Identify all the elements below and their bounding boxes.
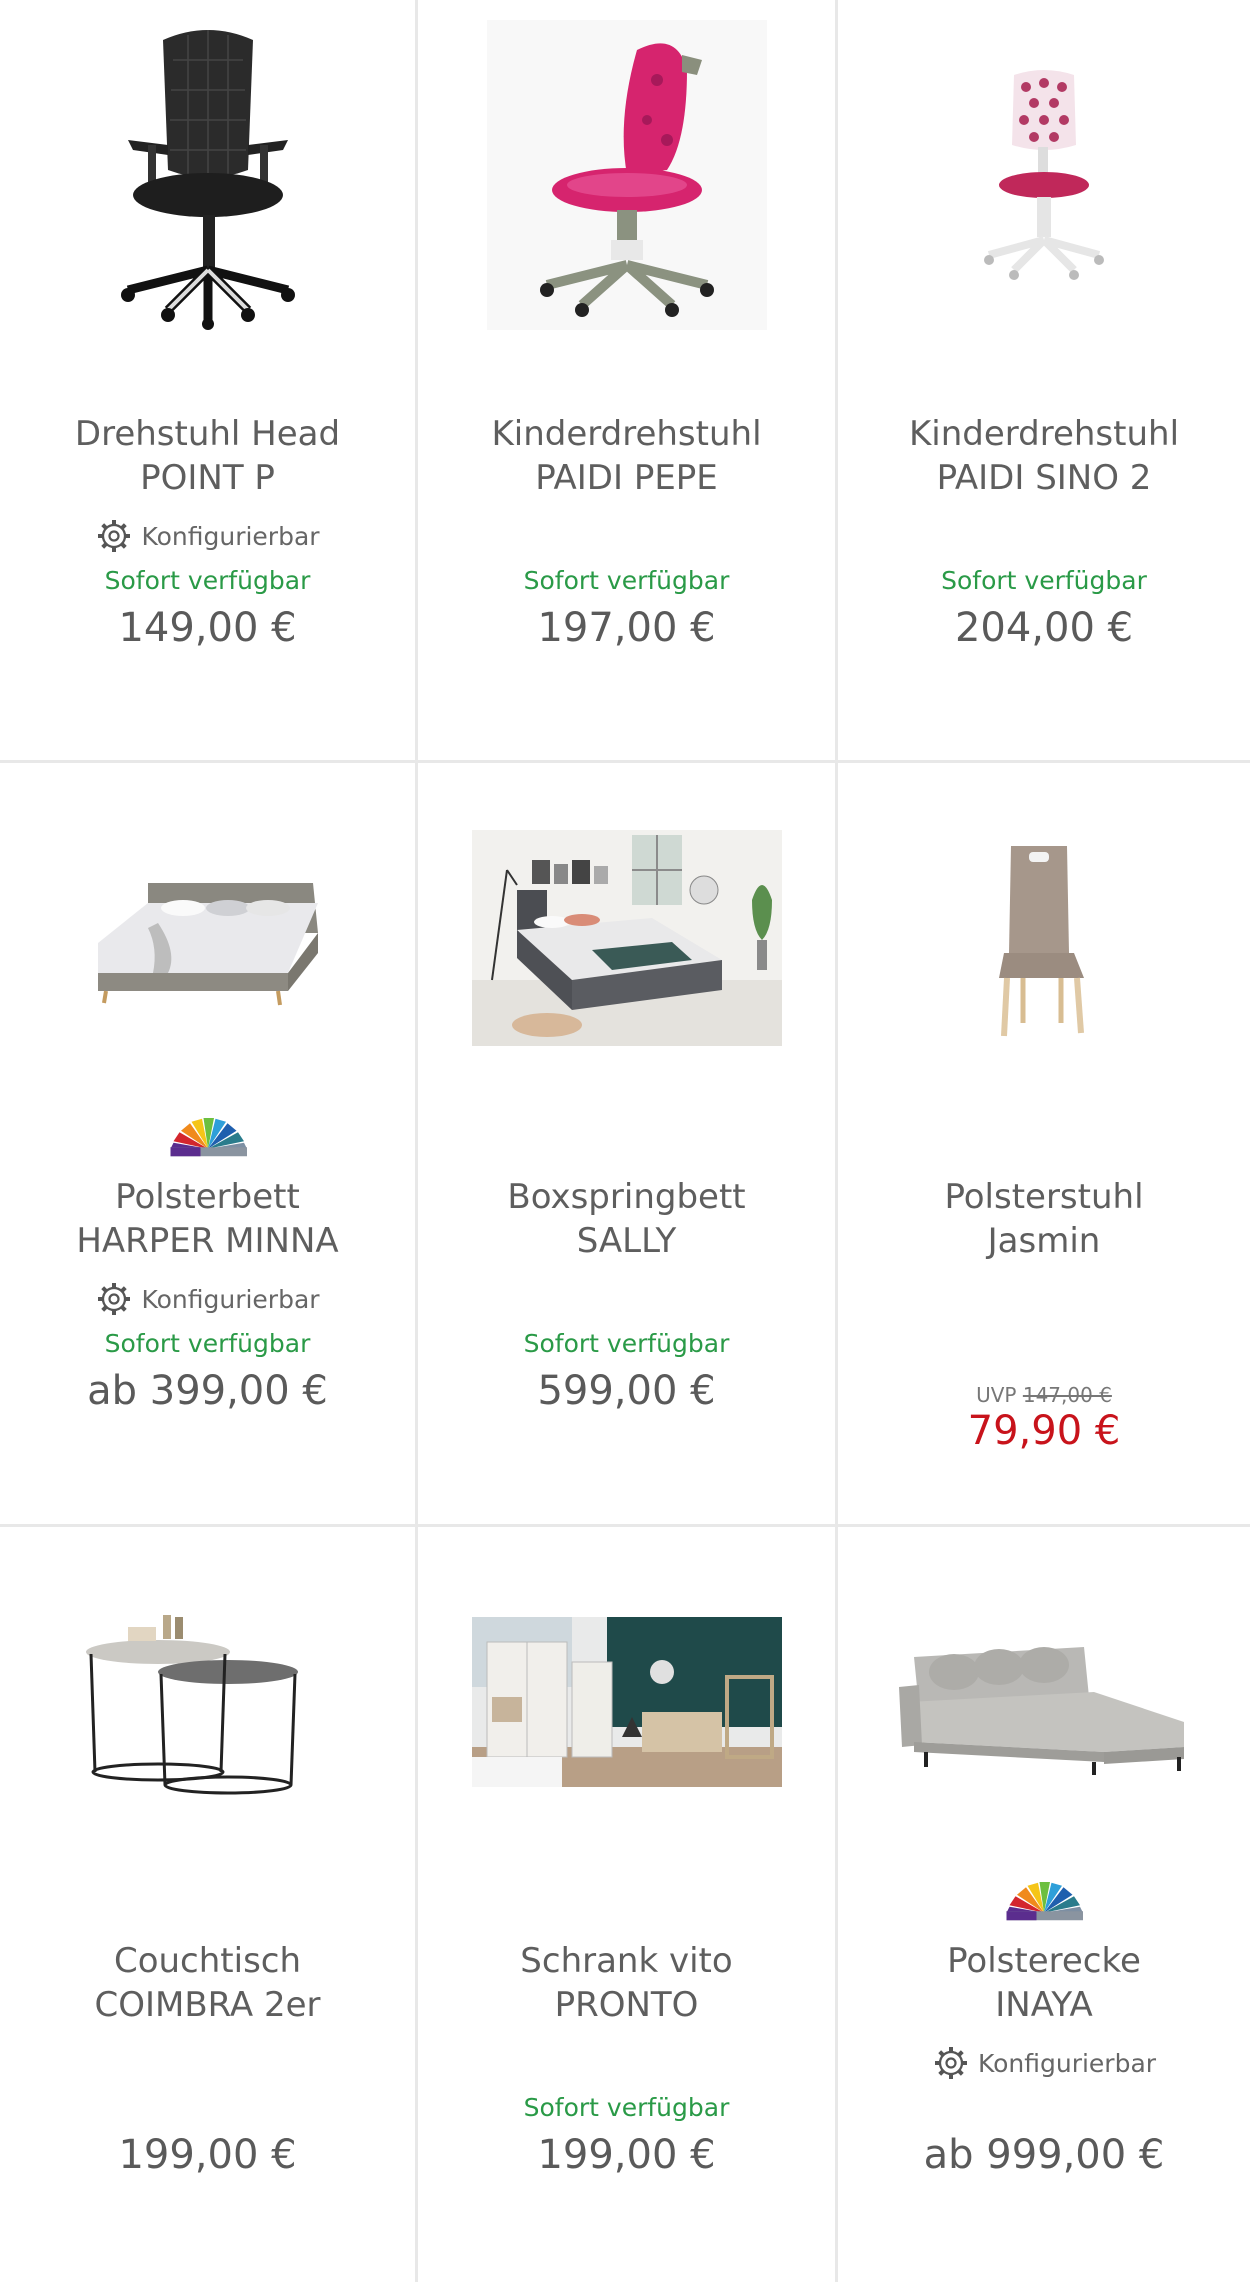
boxspring-bed-room-image <box>471 830 782 1046</box>
product-card[interactable]: Polsterecke INAYA Konfigurierbar ab 999,… <box>838 1527 1250 2282</box>
availability-text: Sofort verfügbar <box>941 566 1147 595</box>
gear-icon <box>96 1281 133 1317</box>
product-title[interactable]: Polsterecke INAYA <box>848 1939 1240 2027</box>
availability-text: Sofort verfügbar <box>523 1329 730 1358</box>
product-image[interactable] <box>0 10 415 340</box>
product-card[interactable]: Polsterstuhl Jasmin UVP 147,00 € 79,90 € <box>838 763 1250 1527</box>
product-title[interactable]: Schrank vito PRONTO <box>428 1939 825 2027</box>
product-title[interactable]: Boxspringbett SALLY <box>428 1175 825 1263</box>
product-title[interactable]: Polsterstuhl Jasmin <box>848 1175 1240 1263</box>
configurable-badge: Konfigurierbar <box>0 516 415 556</box>
product-price: ab 999,00 € <box>923 2132 1165 2178</box>
product-image[interactable] <box>0 773 415 1103</box>
configurable-badge: Konfigurierbar <box>0 1279 415 1319</box>
coffee-tables-image <box>85 1615 298 1795</box>
color-swatch[interactable] <box>838 1872 1250 1928</box>
kids-chair-dotted-image <box>984 70 1104 280</box>
product-card[interactable]: Drehstuhl Head POINT P Konfigurierbar So… <box>0 0 418 763</box>
product-price: 149,00 € <box>118 605 297 651</box>
product-title[interactable]: Polsterbett HARPER MINNA <box>10 1175 405 1263</box>
product-card[interactable]: Kinderdrehstuhl PAIDI SINO 2 Sofort verf… <box>838 0 1250 763</box>
product-image[interactable] <box>418 1537 835 1867</box>
corner-sofa-image <box>899 1647 1184 1775</box>
gear-icon <box>96 518 133 554</box>
configurable-badge: Konfigurierbar <box>838 2043 1250 2083</box>
product-card[interactable]: Kinderdrehstuhl PAIDI PEPE Sofort verfüg… <box>418 0 838 763</box>
product-image[interactable] <box>418 773 835 1103</box>
gear-icon <box>932 2045 969 2081</box>
color-swatch-icon <box>170 1118 247 1157</box>
availability-text: Sofort verfügbar <box>523 2093 730 2122</box>
product-price: 204,00 € <box>954 605 1134 651</box>
office-chair-image <box>120 30 295 330</box>
product-image[interactable] <box>0 1537 415 1867</box>
sale-price: 79,90 € <box>967 1408 1121 1454</box>
product-title[interactable]: Kinderdrehstuhl PAIDI PEPE <box>428 412 825 500</box>
color-swatch-icon <box>1006 1882 1083 1921</box>
product-price: 199,00 € <box>118 2132 297 2178</box>
color-swatch[interactable] <box>0 1108 415 1164</box>
product-title[interactable]: Couchtisch COIMBRA 2er <box>10 1939 405 2027</box>
product-image[interactable] <box>418 10 835 340</box>
product-title[interactable]: Drehstuhl Head POINT P <box>10 412 405 500</box>
product-title[interactable]: Kinderdrehstuhl PAIDI SINO 2 <box>848 412 1240 500</box>
product-price: 197,00 € <box>537 605 716 651</box>
product-price: ab 399,00 € <box>87 1368 328 1414</box>
product-card[interactable]: Couchtisch COIMBRA 2er 199,00 € <box>0 1527 418 2282</box>
availability-text: Sofort verfügbar <box>104 566 311 595</box>
product-card[interactable]: Schrank vito PRONTO Sofort verfügbar 199… <box>418 1527 838 2282</box>
product-card[interactable]: Boxspringbett SALLY Sofort verfügbar 599… <box>418 763 838 1527</box>
product-image[interactable] <box>838 10 1250 340</box>
product-price: 199,00 € <box>537 2132 716 2178</box>
product-image[interactable] <box>838 1537 1250 1867</box>
product-image[interactable] <box>838 773 1250 1103</box>
kids-chair-pink-image <box>486 20 767 330</box>
product-grid: Drehstuhl Head POINT P Konfigurierbar So… <box>0 0 1250 2282</box>
uvp-price: UVP 147,00 € <box>976 1383 1112 1407</box>
dining-chair-image <box>999 846 1084 1037</box>
wardrobe-room-image <box>471 1617 782 1787</box>
product-card[interactable]: Polsterbett HARPER MINNA Konfigurierbar … <box>0 763 418 1527</box>
availability-text: Sofort verfügbar <box>523 566 730 595</box>
availability-text: Sofort verfügbar <box>104 1329 311 1358</box>
product-price: 599,00 € <box>537 1368 716 1414</box>
upholstered-bed-image <box>97 883 318 1006</box>
